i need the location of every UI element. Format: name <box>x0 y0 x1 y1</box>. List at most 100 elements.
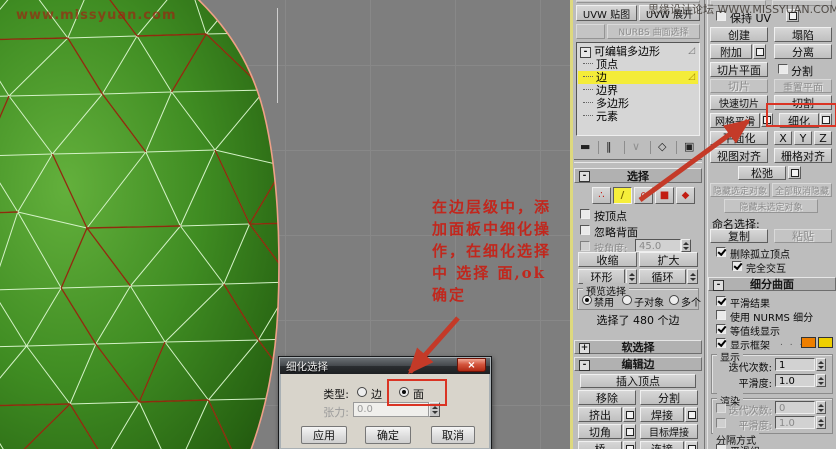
attach-settings-button[interactable] <box>753 44 766 59</box>
rollout-collapse-icon[interactable]: - <box>579 171 590 182</box>
modifier-stack[interactable]: -可编辑多边形 ◿ 顶点 边 ◿ 边界 多边形 元素 <box>576 42 700 136</box>
spinner-up-icon[interactable] <box>818 358 824 364</box>
tessellate-selection-dialog: 细化选择 × 类型: 边 面 张力: 0.0 应用 确定 取消 <box>278 356 492 449</box>
weld-button[interactable]: 焊接 <box>640 407 684 422</box>
extrude-settings-button[interactable] <box>623 407 636 422</box>
bridge-button[interactable]: 桥 <box>578 441 622 449</box>
stack-root-row[interactable]: -可编辑多边形 ◿ <box>578 45 698 58</box>
display-smoothness-field[interactable]: 1.0 <box>775 374 815 387</box>
attach-button[interactable]: 附加 <box>710 44 752 59</box>
type-edge-radio[interactable] <box>357 387 367 397</box>
spinner-down-icon[interactable] <box>818 366 824 372</box>
chamfer-settings-button[interactable] <box>623 424 636 439</box>
remove-button[interactable]: 移除 <box>578 390 636 405</box>
stack-item-border[interactable]: 边界 <box>578 84 698 97</box>
subobject-border-icon[interactable]: ∩ <box>634 187 653 204</box>
rollout-soft-selection[interactable]: + 软选择 <box>574 340 702 354</box>
spinner-up-icon[interactable] <box>629 270 635 276</box>
split-checkbox-label: 分割 <box>791 63 813 79</box>
planar-z-button[interactable]: Z <box>814 131 832 145</box>
bridge-settings-button[interactable] <box>623 441 636 449</box>
rollout-edit-edges[interactable]: - 编辑边 <box>574 357 702 371</box>
rollout-collapse-icon[interactable]: - <box>713 280 724 291</box>
stack-item-polygon[interactable]: 多边形 <box>578 97 698 110</box>
grow-button[interactable]: 扩大 <box>639 252 698 267</box>
cage-selected-color-swatch[interactable] <box>818 337 833 348</box>
grid-align-button[interactable]: 栅格对齐 <box>774 148 832 163</box>
type-face-radio[interactable] <box>399 387 409 397</box>
planar-x-button[interactable]: X <box>774 131 792 145</box>
relax-button[interactable]: 松弛 <box>738 166 786 180</box>
rollout-collapse-icon[interactable]: - <box>579 360 590 371</box>
subobject-element-icon[interactable]: ◆ <box>676 187 695 204</box>
create-button[interactable]: 创建 <box>710 27 768 42</box>
display-iterations-spinner[interactable] <box>816 358 826 371</box>
extrude-button[interactable]: 挤出 <box>578 407 622 422</box>
tessellate-settings-button[interactable] <box>820 113 832 127</box>
close-icon[interactable]: × <box>457 358 486 372</box>
view-align-button[interactable]: 视图对齐 <box>710 148 768 163</box>
pin-stack-icon[interactable]: ▬ <box>580 140 590 153</box>
chamfer-button[interactable]: 切角 <box>578 424 622 439</box>
loop-button[interactable]: 循环 <box>639 269 686 284</box>
remove-modifier-icon[interactable]: ◇ <box>658 140 666 153</box>
uvw-map-button[interactable]: UVW 贴图 <box>576 5 637 21</box>
display-smoothness-spinner[interactable] <box>816 374 826 387</box>
stack-item-element[interactable]: 元素 <box>578 110 698 123</box>
smooth-result-checkbox[interactable] <box>716 296 726 306</box>
copy-button[interactable]: 复制 <box>710 229 768 243</box>
stack-item-edge-selected[interactable]: 边 ◿ <box>578 71 698 84</box>
subobject-edge-icon[interactable]: / <box>613 187 632 204</box>
cage-color-swatch[interactable] <box>801 337 816 348</box>
type-face-label: 面 <box>413 386 424 402</box>
detach-button[interactable]: 分离 <box>774 44 832 59</box>
relax-settings-button[interactable] <box>788 166 801 179</box>
slice-plane-button[interactable]: 切片平面 <box>710 62 768 77</box>
msmooth-button[interactable]: 网格平滑 <box>710 113 760 128</box>
spinner-down-icon[interactable] <box>629 278 635 284</box>
tessellate-button[interactable]: 细化 <box>779 113 819 128</box>
stack-row-icon: ◿ <box>688 45 695 58</box>
ring-spinner[interactable] <box>626 269 637 284</box>
connect-button[interactable]: 连接 <box>640 441 684 449</box>
toolbar-separator <box>650 141 651 154</box>
spinner-down-icon[interactable] <box>818 382 824 388</box>
weld-settings-button[interactable] <box>685 407 698 422</box>
isoline-display-checkbox[interactable] <box>716 324 726 334</box>
subobject-polygon-icon[interactable]: ■ <box>655 187 674 204</box>
quickslice-button[interactable]: 快速切片 <box>710 95 768 110</box>
make-planar-button[interactable]: 平面化 <box>710 131 768 145</box>
stack-item-vertex[interactable]: 顶点 <box>578 58 698 71</box>
ok-button[interactable]: 确定 <box>365 426 411 444</box>
collapse-button[interactable]: 塌陷 <box>774 27 832 42</box>
cancel-button[interactable]: 取消 <box>431 426 475 444</box>
show-end-result-icon[interactable]: ‖ <box>606 140 612 153</box>
preview-multiple-radio[interactable] <box>669 295 679 305</box>
spinner-up-icon[interactable] <box>818 374 824 380</box>
full-interactivity-checkbox[interactable] <box>732 261 742 271</box>
display-iterations-field[interactable]: 1 <box>775 358 815 371</box>
panel-watermark: 思缘设计论坛 WWW.MISSYUAN.COM <box>648 1 836 17</box>
loop-spinner[interactable] <box>687 269 698 284</box>
target-weld-button[interactable]: 目标焊接 <box>640 424 698 439</box>
apply-button[interactable]: 应用 <box>301 426 347 444</box>
insert-vertex-button[interactable]: 插入顶点 <box>580 374 696 388</box>
planar-y-button[interactable]: Y <box>794 131 812 145</box>
smoothing-groups-checkbox[interactable] <box>716 444 726 449</box>
cut-button[interactable]: 切割 <box>774 95 832 110</box>
split-checkbox[interactable] <box>778 64 788 74</box>
use-nurms-checkbox[interactable] <box>716 310 726 320</box>
preview-subobject-radio[interactable] <box>622 295 632 305</box>
configure-modifier-sets-icon[interactable]: ▣ <box>684 140 694 153</box>
connect-settings-button[interactable] <box>685 441 698 449</box>
spinner-up-icon[interactable] <box>690 270 696 276</box>
msmooth-settings-button[interactable] <box>761 113 773 127</box>
rollout-subdivision-surface[interactable]: - 细分曲面 <box>708 277 836 291</box>
rollout-selection[interactable]: - 选择 <box>574 168 702 183</box>
spinner-down-icon[interactable] <box>690 278 696 284</box>
rollout-expand-icon[interactable]: + <box>579 343 590 354</box>
split-button[interactable]: 分割 <box>640 390 698 405</box>
collapse-tree-icon[interactable]: - <box>580 47 591 58</box>
delete-isolated-vertices-checkbox[interactable] <box>716 247 726 257</box>
show-cage-checkbox[interactable] <box>716 338 726 348</box>
